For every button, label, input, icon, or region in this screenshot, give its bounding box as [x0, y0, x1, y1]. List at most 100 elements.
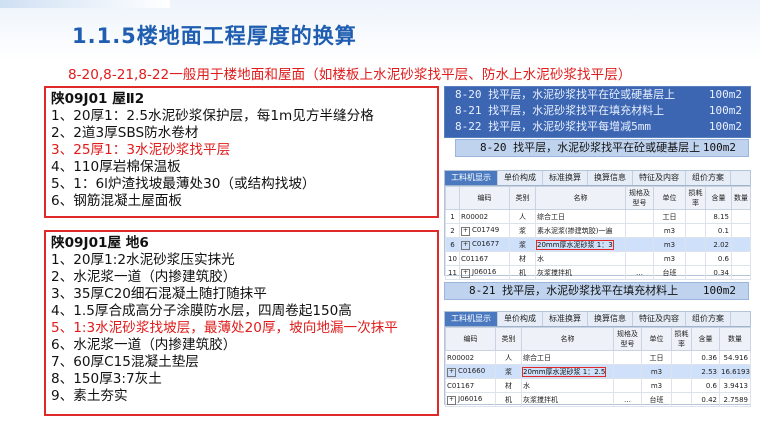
code-text: C01660	[458, 366, 486, 375]
column-header[interactable]: 损耗率	[685, 186, 706, 210]
loss-cell	[671, 378, 692, 393]
name-text: 20mm厚水泥砂浆 1：2.5	[522, 366, 607, 377]
name-cell[interactable]: 素水泥浆(掺建筑胶)一遍	[535, 223, 626, 238]
column-header[interactable]: 名称	[521, 327, 614, 351]
type-cell: 材	[495, 378, 522, 393]
expand-icon[interactable]: +	[461, 268, 470, 278]
spec-cell	[625, 237, 654, 252]
quota-strip-2[interactable]: 100m2 8-21 找平层，水泥砂浆找平在填充材料上	[444, 282, 749, 300]
tab-4[interactable]: 特征及内容	[633, 312, 686, 326]
quota-row[interactable]: 100m2 8-22 找平层，水泥砂浆找平每增减5mm	[445, 119, 750, 135]
floor-spec-box: 陕09J01屋 地6 1、20厚1:2水泥砂浆压实抹光 2、水泥浆一道（内掺建筑胶…	[44, 230, 439, 416]
quota-list: 100m2 8-20 找平层，水泥砂浆找平在砼或硬基层上 100m2 8-21 找平层…	[444, 86, 751, 138]
expand-icon[interactable]: +	[461, 226, 470, 236]
table-row[interactable]: 6 + C01677 浆 20mm厚水泥砂浆 1：3 m3 2.02	[445, 237, 751, 252]
column-header[interactable]: 单位	[641, 327, 672, 351]
table-row[interactable]: + J06016 机灰浆搅拌机… 台班 0.42 2.7589	[445, 392, 751, 407]
tab-0[interactable]: 工料机显示	[445, 171, 498, 185]
table-row[interactable]: 11 + J06016 机灰浆搅拌机… 台班 0.34	[445, 265, 751, 280]
name-cell[interactable]: 20mm厚水泥砂浆 1：2.5	[521, 364, 614, 379]
tab-2[interactable]: 标准换算	[543, 312, 588, 326]
tab-1[interactable]: 单价构成	[498, 171, 543, 185]
name-text: 水	[523, 381, 530, 390]
code-cell: + C01660	[445, 364, 496, 379]
loss-cell	[671, 350, 692, 365]
unit-cell: m3	[653, 237, 686, 252]
column-header[interactable]: 规格及型号	[625, 186, 654, 210]
spec-item: 8、150厚3:7灰土	[51, 371, 162, 387]
row-number-header	[445, 186, 460, 210]
tab-5[interactable]: 组价方案	[686, 171, 731, 185]
column-header[interactable]: 类别	[509, 186, 536, 210]
spec-item: 1、20厚1：2.5水泥砂浆保护层，每1m见方半缝分格	[51, 108, 374, 124]
name-cell[interactable]: 综合工日	[521, 350, 614, 365]
column-header[interactable]: 含量	[691, 327, 720, 351]
loss-cell	[671, 392, 692, 407]
quota-strip-1[interactable]: 100m2 8-20 找平层，水泥砂浆找平在砼或硬基层上	[455, 139, 749, 157]
name-cell[interactable]: 水	[535, 251, 626, 266]
column-header[interactable]: 损耗率	[671, 327, 692, 351]
expand-icon[interactable]: +	[447, 395, 456, 405]
column-header[interactable]: 数量	[731, 186, 751, 210]
table-row[interactable]: R00002 人综合工日 工日 0.36 54.916	[445, 350, 751, 365]
amount-cell: 0.6	[691, 378, 720, 393]
expand-icon[interactable]: +	[447, 367, 456, 377]
name-cell[interactable]: 水	[521, 378, 614, 393]
row-number: 11	[445, 265, 460, 280]
type-cell: 材	[509, 251, 536, 266]
spec-cell	[613, 364, 642, 379]
tab-3[interactable]: 换算信息	[588, 312, 633, 326]
table-row[interactable]: + C01660 浆 20mm厚水泥砂浆 1：2.5 m3 2.53 16.6193	[445, 364, 751, 379]
type-cell: 浆	[509, 237, 536, 252]
code-cell: C01167	[459, 251, 510, 266]
name-cell[interactable]: 综合工日	[535, 209, 626, 224]
column-header[interactable]: 含量	[705, 186, 732, 210]
name-text: 综合工日	[537, 212, 565, 221]
column-header[interactable]: 规格及型号	[613, 327, 642, 351]
amount-cell: 0.36	[691, 350, 720, 365]
column-header[interactable]: 编码	[445, 327, 496, 351]
tab-2[interactable]: 标准换算	[543, 171, 588, 185]
labor-material-panel-2: 工料机显示 单价构成 标准换算 换算信息 特征及内容 组价方案 编码 类别 名称 规格及型号 单位…	[444, 311, 751, 407]
amount-cell: 0.1	[705, 223, 732, 238]
spec-cell	[625, 209, 654, 224]
quantity-cell	[731, 237, 751, 252]
table-row[interactable]: 2 + C01749 浆素水泥浆(掺建筑胶)一遍 m3 0.1	[445, 223, 751, 238]
tab-5[interactable]: 组价方案	[686, 312, 731, 326]
loss-cell	[685, 265, 706, 280]
amount-cell: 2.53	[691, 364, 720, 379]
table-row[interactable]: C01167 材水 m3 0.6 3.9413	[445, 378, 751, 393]
column-header[interactable]: 编码	[459, 186, 510, 210]
column-header[interactable]: 类别	[495, 327, 522, 351]
spec-item: 4、110厚岩棉保温板	[51, 159, 181, 175]
tab-1[interactable]: 单价构成	[498, 312, 543, 326]
page-subtitle: 8-20,8-21,8-22一般用于楼地面和屋面（如楼板上水泥砂浆找平层、防水上…	[68, 67, 632, 83]
quota-unit: 100m2	[708, 120, 742, 133]
code-cell: + J06016	[445, 392, 496, 407]
table-row[interactable]: 10 C01167 材水 m3 0.6	[445, 251, 751, 266]
spec-item: 5、1:3水泥砂浆找坡层，最薄处20厚，坡向地漏一次抹平	[51, 320, 398, 336]
floor-spec-heading: 陕09J01屋 地6	[51, 235, 149, 251]
quantity-cell	[731, 223, 751, 238]
tab-4[interactable]: 特征及内容	[633, 171, 686, 185]
unit-cell: m3	[653, 223, 686, 238]
name-cell[interactable]: 灰浆搅拌机	[535, 265, 626, 280]
tab-0[interactable]: 工料机显示	[445, 312, 498, 326]
code-text: J06016	[458, 394, 483, 403]
column-header[interactable]: 数量	[719, 327, 751, 351]
name-cell[interactable]: 灰浆搅拌机	[521, 392, 614, 407]
column-header[interactable]: 名称	[535, 186, 626, 210]
name-cell[interactable]: 20mm厚水泥砂浆 1：3	[535, 237, 626, 252]
expand-icon[interactable]: +	[461, 240, 470, 250]
quota-text: 8-20 找平层，水泥砂浆找平在砼或硬基层上	[455, 88, 676, 101]
tab-3[interactable]: 换算信息	[588, 171, 633, 185]
type-cell: 人	[509, 209, 536, 224]
quota-text: 8-22 找平层，水泥砂浆找平每增减5mm	[455, 120, 651, 133]
table-row[interactable]: 1 R00002 人综合工日 工日 8.15	[445, 209, 751, 224]
roof-spec-heading: 陕09J01 屋Ⅱ2	[51, 91, 145, 107]
quota-row[interactable]: 100m2 8-20 找平层，水泥砂浆找平在砼或硬基层上	[445, 87, 750, 103]
quota-row[interactable]: 100m2 8-21 找平层，水泥砂浆找平在填充材料上	[445, 103, 750, 119]
column-header[interactable]: 单位	[653, 186, 686, 210]
code-text: C01167	[461, 254, 489, 263]
spec-item: 3、25厚1：3水泥砂浆找平层	[51, 142, 231, 158]
